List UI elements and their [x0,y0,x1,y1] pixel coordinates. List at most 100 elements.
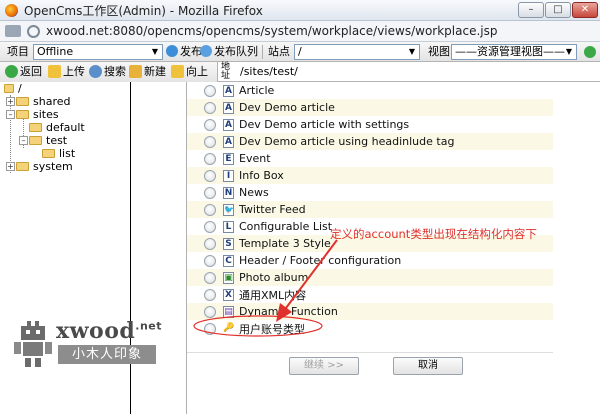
scrollbar-area[interactable] [576,82,600,414]
address-bar: xwood.net:8080/opencms/opencms/system/wo… [0,21,600,42]
tree-item-label: default [46,121,85,134]
option-info-box[interactable]: I Info Box [187,167,553,184]
publish-queue-button[interactable]: 发布队列 [200,42,258,62]
folder-icon [4,84,14,93]
photo-icon: ▣ [223,271,234,284]
tree-root[interactable]: / [4,82,22,95]
type-icon: I [223,169,234,182]
tree-item-label: shared [33,95,71,108]
option-radio[interactable] [204,305,216,318]
option-radio[interactable] [204,271,216,284]
exit-icon[interactable] [584,46,596,58]
toolbar-divider [262,45,263,59]
option-event[interactable]: E Event [187,150,553,167]
watermark-subtitle: 小木人印象 [58,345,156,364]
option-radio[interactable] [204,84,216,97]
collapse-icon[interactable]: – [6,110,15,119]
chevron-down-icon: ▼ [151,47,159,56]
option-dev-demo-article-settings[interactable]: A Dev Demo article with settings [187,116,553,133]
upload-label: 上传 [63,65,85,78]
option-radio[interactable] [204,237,216,250]
option-label: Photo album [239,271,309,284]
key-icon: 🔑 [223,322,235,335]
back-button[interactable]: 返回 [5,62,42,82]
annotation-text: 定义的account类型出现在结构化内容下 [330,227,537,241]
option-radio[interactable] [204,135,216,148]
tree-item-test[interactable]: test [29,134,67,147]
option-dev-demo-article[interactable]: A Dev Demo article [187,99,553,116]
option-label: Template 3 Style [239,237,331,250]
tree-item-label: list [59,147,76,160]
address-label: 地址 [221,62,231,81]
option-user-account-type[interactable]: 🔑 用户账号类型 [187,320,553,337]
option-radio[interactable] [204,288,216,301]
type-icon: S [223,237,234,250]
option-radio[interactable] [204,101,216,114]
option-radio[interactable] [204,169,216,182]
back-arrow-icon [5,65,18,78]
option-label: Info Box [239,169,284,182]
type-icon: L [223,220,234,233]
folder-open-icon [16,110,29,119]
publish-label: 发布 [180,45,202,58]
option-radio[interactable] [204,322,216,335]
option-dev-demo-article-headinlude[interactable]: A Dev Demo article using headinlude tag [187,133,553,150]
continue-button[interactable]: 继续 >> [289,357,359,375]
publish-queue-icon [200,45,212,57]
option-twitter-feed[interactable]: 🐦 Twitter Feed [187,201,553,218]
new-resource-dialog: A Article A Dev Demo article A Dev Demo art… [186,82,576,414]
project-select-value: Offline [37,45,74,58]
up-button[interactable]: 向上 [171,62,208,82]
window-title: OpenCms工作区(Admin) - Mozilla Firefox [24,3,263,18]
maximize-button[interactable]: □ [545,2,571,18]
upload-button[interactable]: 上传 [48,62,85,82]
new-button[interactable]: 新建 [129,62,166,82]
option-radio[interactable] [204,254,216,267]
option-radio[interactable] [204,220,216,233]
search-button[interactable]: 搜索 [89,62,126,82]
option-radio[interactable] [204,152,216,165]
option-article[interactable]: A Article [187,82,553,99]
url-field[interactable]: xwood.net:8080/opencms/opencms/system/wo… [46,24,497,38]
workplace-toolbar: 项目 Offline ▼ 发布 发布队列 站点 / ▼ 视图 ——资源管理视图—… [0,42,600,62]
expand-icon[interactable]: + [6,162,15,171]
tree-item-list[interactable]: list [42,147,75,160]
site-select[interactable]: / ▼ [294,44,420,60]
option-header-footer[interactable]: C Header / Footer configuration [187,252,553,269]
new-icon [129,65,142,78]
option-photo-album[interactable]: ▣ Photo album [187,269,553,286]
minimize-button[interactable]: – [518,2,544,18]
project-select[interactable]: Offline ▼ [33,44,163,60]
project-label: 项目 [7,45,29,58]
type-icon: A [223,118,234,131]
collapse-icon[interactable]: – [19,136,28,145]
chevron-down-icon: ▼ [565,47,573,56]
search-label: 搜索 [104,65,126,78]
chevron-down-icon: ▼ [408,47,416,56]
option-label: 通用XML内容 [239,288,307,302]
publish-button[interactable]: 发布 [166,42,202,62]
option-label: Dev Demo article [239,101,335,114]
option-generic-xml[interactable]: X 通用XML内容 [187,286,553,303]
option-dynamic-function[interactable]: ▤ Dynamic Function [187,303,553,320]
option-label: Dev Demo article with settings [239,118,410,131]
option-radio[interactable] [204,186,216,199]
tree-item-system[interactable]: system [16,160,73,173]
tree-item-shared[interactable]: shared [16,95,70,108]
tree-item-sites[interactable]: sites [16,108,59,121]
option-label: 用户账号类型 [239,322,305,336]
view-label: 视图 [428,45,450,58]
tree-item-label: sites [33,108,59,121]
close-button[interactable]: ✕ [572,2,598,18]
tree-root-label: / [18,82,22,95]
folder-icon [16,97,29,106]
option-radio[interactable] [204,118,216,131]
cancel-button[interactable]: 取消 [393,357,463,375]
explorer-toolbar: 返回 上传 搜索 新建 向上 地址 /sites/test/ [0,62,600,82]
publish-icon [166,45,178,57]
option-radio[interactable] [204,203,216,216]
expand-icon[interactable]: + [6,97,15,106]
tree-item-default[interactable]: default [29,121,85,134]
option-news[interactable]: N News [187,184,553,201]
view-select[interactable]: ——资源管理视图—— ▼ [451,44,577,60]
